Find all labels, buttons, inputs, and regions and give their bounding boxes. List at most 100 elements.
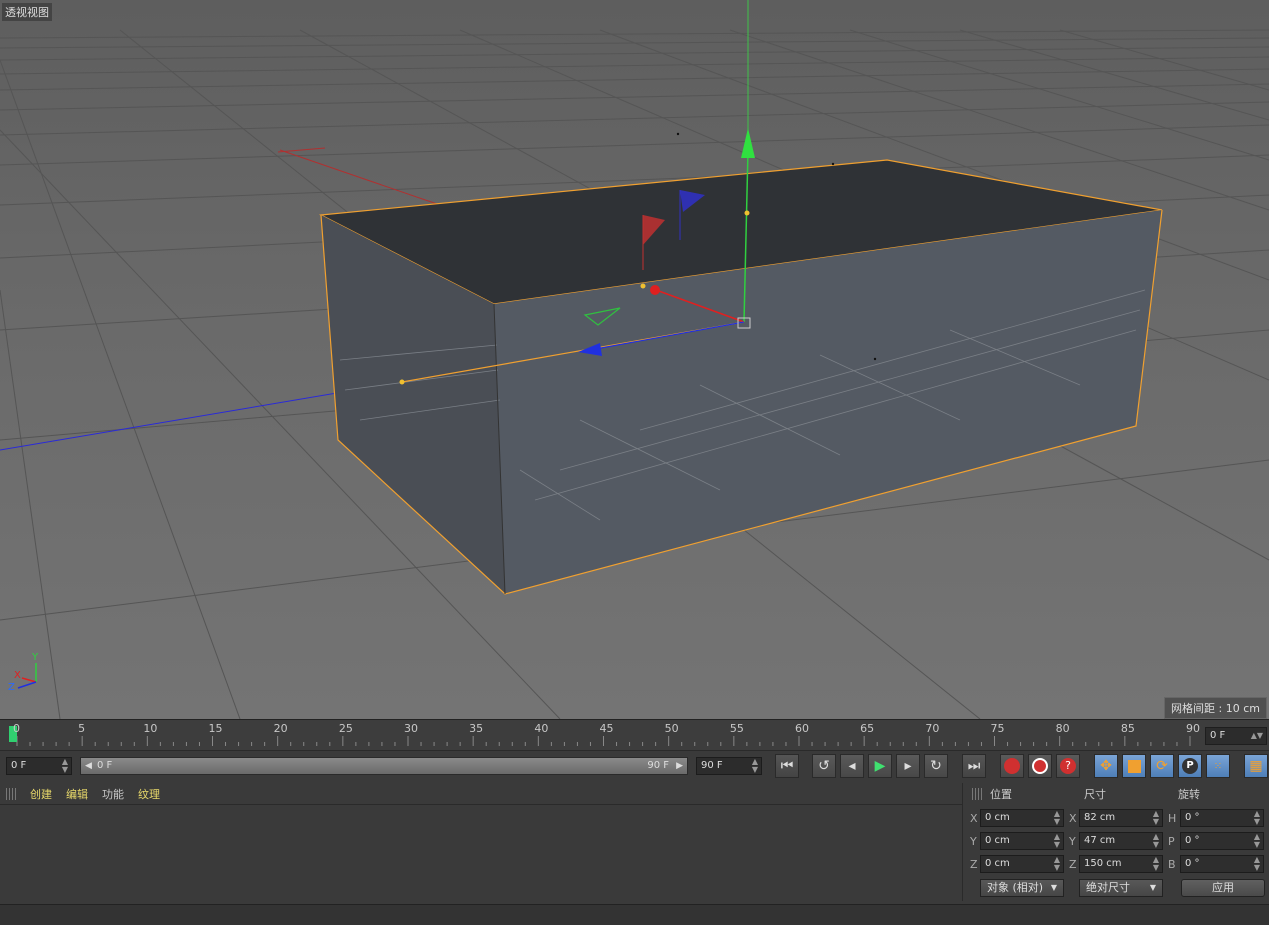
grid-spacing-label: 网格间距 : 10 cm	[1164, 697, 1267, 719]
size-z-field[interactable]: 150 cm ▲ ▼	[1079, 855, 1163, 873]
size-y-axis: Y	[1069, 835, 1076, 848]
go-to-start-icon[interactable]: ⏮	[775, 754, 799, 778]
current-frame-value: 0 F	[1210, 730, 1226, 741]
record-icon[interactable]	[1000, 754, 1024, 778]
next-keyframe-icon[interactable]: ↻	[924, 754, 948, 778]
pos-y-value: 0 cm	[985, 835, 1010, 846]
rot-b-field[interactable]: 0 ° ▲ ▼	[1180, 855, 1264, 873]
ruler-tick-label: 45	[599, 722, 614, 735]
ruler-tick-label: 30	[404, 722, 418, 735]
next-frame-icon[interactable]: ▸	[896, 754, 920, 778]
previous-keyframe-icon[interactable]: ↺	[812, 754, 836, 778]
menu-create[interactable]: 创建	[30, 786, 52, 802]
size-y-value: 47 cm	[1084, 835, 1116, 846]
rot-h-value: 0 °	[1185, 812, 1200, 823]
size-x-field[interactable]: 82 cm ▲ ▼	[1079, 809, 1163, 827]
rot-b-axis: B	[1168, 858, 1176, 871]
ruler-tick-label: 80	[1055, 722, 1070, 735]
viewport-title[interactable]: 透视视图	[2, 3, 52, 21]
menu-function[interactable]: 功能	[102, 786, 124, 802]
end-frame-field[interactable]: 90 F ▲ ▼	[696, 757, 762, 775]
axis-z-label: Z	[8, 682, 15, 693]
cube-object[interactable]	[318, 159, 1163, 595]
ruler-tick-label: 20	[273, 722, 288, 735]
ruler-tick-label: 10	[143, 722, 158, 735]
ruler-tick-label: 5	[78, 722, 86, 735]
ruler-tick-label: 90	[1186, 722, 1200, 735]
animation-toolbar: 0 F ▲ ▼ ◀ 0 F 90 F ▶ 90 F ▲ ▼ ⏮ ↺ ◂ ▶ ▸ ↻ ⏭ …	[0, 750, 1269, 783]
rot-h-field[interactable]: 0 ° ▲ ▼	[1180, 809, 1264, 827]
rot-b-value: 0 °	[1185, 858, 1200, 869]
apply-button[interactable]: 应用	[1181, 879, 1265, 897]
status-bar	[0, 904, 1269, 925]
ruler-tick-label: 65	[860, 722, 875, 735]
ruler-tick-label: 50	[664, 722, 679, 735]
start-frame-field[interactable]: 0 F ▲ ▼	[6, 757, 72, 775]
scale-icon[interactable]	[1122, 754, 1146, 778]
chevron-down-icon: ▼	[1050, 883, 1057, 892]
coordinate-mode-dropdown[interactable]: 对象 (相对) ▼	[980, 879, 1064, 897]
ruler-tick-label: 70	[925, 722, 940, 735]
pos-x-axis: X	[970, 812, 978, 825]
play-icon[interactable]: ▶	[868, 754, 892, 778]
go-to-end-icon[interactable]: ⏭	[962, 754, 986, 778]
move-icon[interactable]: ✥	[1094, 754, 1118, 778]
y-axis-handle	[741, 128, 755, 158]
panel-grip-icon[interactable]	[6, 787, 16, 800]
end-frame-value: 90 F	[701, 760, 723, 771]
ruler-tick-label: 25	[338, 722, 353, 735]
timeline-window-icon[interactable]: ▦	[1244, 754, 1268, 778]
ruler-tick-label: 75	[990, 722, 1005, 735]
menu-edit[interactable]: 编辑	[66, 786, 88, 802]
pos-z-field[interactable]: 0 cm ▲ ▼	[980, 855, 1064, 873]
size-mode-value: 绝对尺寸	[1086, 881, 1130, 894]
size-mode-dropdown[interactable]: 绝对尺寸 ▼	[1079, 879, 1163, 897]
ruler-tick-label: 60	[795, 722, 809, 735]
size-x-axis: X	[1069, 812, 1077, 825]
start-frame-value: 0 F	[11, 760, 27, 771]
range-start-label: 0 F	[97, 760, 113, 771]
parameter-label: P	[1182, 758, 1198, 774]
perspective-viewport[interactable]: Y X Z 透视视图 网格间距 : 10 cm	[0, 0, 1269, 719]
current-frame-field[interactable]: 0 F ▲▼	[1205, 727, 1267, 745]
axis-y-label: Y	[31, 652, 39, 663]
parameter-icon[interactable]: P	[1178, 754, 1202, 778]
keyframe-selection-icon[interactable]: ?	[1056, 754, 1080, 778]
rotate-icon[interactable]: ⟳	[1150, 754, 1174, 778]
pla-icon[interactable]: ⁙	[1206, 754, 1230, 778]
rot-p-axis: P	[1168, 835, 1175, 848]
menu-texture[interactable]: 纹理	[138, 786, 160, 802]
coordinate-mode-value: 对象 (相对)	[987, 881, 1044, 894]
ruler-tick-label: 15	[208, 722, 223, 735]
size-y-field[interactable]: 47 cm ▲ ▼	[1079, 832, 1163, 850]
previous-frame-icon[interactable]: ◂	[840, 754, 864, 778]
pos-z-axis: Z	[970, 858, 978, 871]
pos-x-value: 0 cm	[985, 812, 1010, 823]
timeline-ruler[interactable]: 0 5 10 15 20 25 30 35 40 45 50 55 60 65 70 75 80 85 90	[0, 719, 1269, 750]
range-end-label: 90 F	[647, 760, 669, 771]
pos-z-value: 0 cm	[985, 858, 1010, 869]
material-manager[interactable]: 创建 编辑 功能 纹理	[0, 783, 963, 901]
pos-y-field[interactable]: 0 cm ▲ ▼	[980, 832, 1064, 850]
rot-p-field[interactable]: 0 ° ▲ ▼	[1180, 832, 1264, 850]
frame-range-slider[interactable]: ◀ 0 F 90 F ▶	[80, 757, 688, 775]
rotation-header: 旋转	[1178, 788, 1200, 801]
coordinates-manager: 位置 尺寸 旋转 X 0 cm ▲ ▼ X 82 cm ▲ ▼ H 0 ° ▲ ▼ Y 0 …	[966, 783, 1269, 901]
axis-x-label: X	[14, 670, 21, 681]
ruler-tick-label: 0	[13, 722, 20, 735]
position-header: 位置	[990, 788, 1012, 801]
chevron-down-icon: ▼	[1149, 883, 1156, 892]
size-header: 尺寸	[1084, 788, 1106, 801]
auto-keyframe-icon[interactable]	[1028, 754, 1052, 778]
scene-canvas[interactable]: Y X Z	[0, 0, 1269, 719]
size-z-value: 150 cm	[1084, 858, 1122, 869]
range-left-arrow[interactable]: ◀	[85, 758, 92, 774]
coords-grip-icon[interactable]	[972, 788, 982, 800]
x-axis-handle	[650, 285, 660, 295]
pos-x-field[interactable]: 0 cm ▲ ▼	[980, 809, 1064, 827]
size-z-axis: Z	[1069, 858, 1077, 871]
rot-p-value: 0 °	[1185, 835, 1200, 846]
rot-h-axis: H	[1168, 812, 1177, 825]
range-right-arrow[interactable]: ▶	[676, 758, 683, 774]
ruler-tick-label: 35	[469, 722, 484, 735]
